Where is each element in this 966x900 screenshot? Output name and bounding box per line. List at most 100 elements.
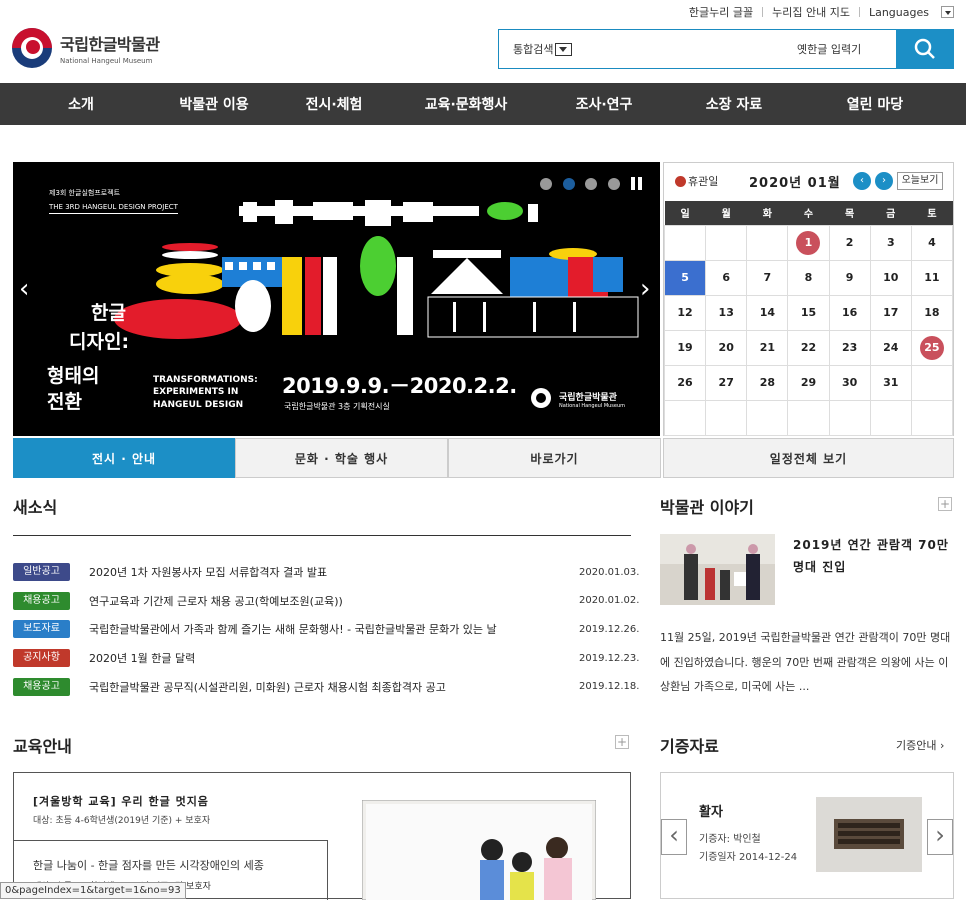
search-category-select[interactable]: 통합검색 — [513, 41, 573, 57]
calendar-day[interactable]: 29 — [787, 364, 830, 401]
calendar-day[interactable]: 10 — [869, 259, 912, 296]
calendar-day-number: 3 — [886, 235, 895, 249]
language-select[interactable]: Languages — [869, 6, 954, 19]
calendar-day-number: 30 — [841, 375, 858, 389]
main-nav: 소개 박물관 이용 전시·체험 교육·문화행사 조사·연구 소장 자료 열린 마… — [0, 83, 966, 125]
calendar-day[interactable]: 13 — [705, 294, 748, 331]
plus-icon[interactable]: + — [615, 735, 629, 749]
edu-item2-title[interactable]: 한글 나눔이 - 한글 점자를 만든 시각장애인의 세종 — [33, 857, 313, 873]
news-item[interactable]: 채용공고 연구교육과 기간제 근로자 채용 공고(학예보조원(교육)) 2020.0… — [13, 587, 639, 616]
banner-en-2: EXPERIMENTS IN — [153, 387, 239, 397]
calendar-day[interactable]: 22 — [787, 329, 830, 366]
news-item[interactable]: 채용공고 국립한글박물관 공무직(시설관리원, 미화원) 근로자 채용시험 최종합… — [13, 672, 639, 701]
calendar-day[interactable]: 18 — [910, 294, 954, 331]
news-date: 2019.12.23. — [579, 652, 640, 664]
donate-next-button[interactable]: › — [927, 819, 953, 855]
calendar-day[interactable]: 20 — [705, 329, 748, 366]
calendar-day-number: 13 — [718, 305, 734, 319]
calendar-day[interactable]: 4 — [910, 224, 954, 261]
main-banner[interactable]: 제3회 한글실험프로젝트 THE 3RD HANGEUL DESIGN PROJ… — [13, 162, 660, 436]
donate-prev-button[interactable]: ‹ — [661, 819, 687, 855]
story-photo[interactable] — [660, 534, 775, 605]
tab-events[interactable]: 문화 · 학술 행사 — [235, 438, 448, 478]
calendar-day-number — [714, 404, 738, 428]
calendar-day-number: 2 — [845, 235, 854, 249]
logo[interactable]: 국립한글박물관 National Hangeul Museum — [12, 28, 160, 68]
calendar-prev-button[interactable]: ‹ — [853, 172, 871, 190]
calendar-day[interactable]: 31 — [869, 364, 912, 401]
donate-photo[interactable] — [816, 797, 922, 872]
calendar-day[interactable]: 3 — [869, 224, 912, 261]
calendar-day[interactable]: 24 — [869, 329, 912, 366]
calendar-day[interactable]: 26 — [663, 364, 707, 401]
calendar-day[interactable]: 8 — [787, 259, 830, 296]
calendar-day[interactable]: 16 — [828, 294, 871, 331]
banner-next-button[interactable]: › — [640, 274, 650, 304]
search-input[interactable] — [591, 36, 781, 62]
nav-visit[interactable]: 박물관 이용 — [162, 83, 266, 125]
chevron-down-icon[interactable] — [941, 6, 954, 18]
calendar-day[interactable]: 19 — [663, 329, 707, 366]
news-title[interactable]: 연구교육과 기간제 근로자 채용 공고(학예보조원(교육)) — [89, 593, 579, 609]
calendar-day[interactable]: 7 — [746, 259, 789, 296]
tab-exhibition[interactable]: 전시 · 안내 — [13, 438, 235, 478]
calendar-day[interactable]: 2 — [828, 224, 871, 261]
calendar-day-number: 5 — [681, 270, 689, 284]
calendar-day — [828, 399, 871, 436]
calendar-day — [746, 224, 789, 261]
donate-more-link[interactable]: 기증안내 › — [896, 737, 944, 753]
calendar-next-button[interactable]: › — [875, 172, 893, 190]
calendar-day-number: 9 — [845, 270, 854, 284]
calendar-day[interactable]: 30 — [828, 364, 871, 401]
tab-shortcuts[interactable]: 바로가기 — [448, 438, 661, 478]
nav-about[interactable]: 소개 — [0, 83, 162, 125]
news-list: 일반공고 2020년 1차 자원봉사자 모집 서류합격자 결과 발표 2020.01… — [13, 558, 640, 701]
old-hangul-input-button[interactable]: 옛한글 입력기 — [797, 41, 861, 57]
edu-photo[interactable] — [362, 800, 596, 900]
calendar-day[interactable]: 21 — [746, 329, 789, 366]
nav-exhibition[interactable]: 전시·체험 — [266, 83, 402, 125]
banner-prev-button[interactable]: ‹ — [19, 274, 29, 304]
calendar-day[interactable]: 23 — [828, 329, 871, 366]
news-badge: 공지사항 — [13, 649, 70, 668]
calendar-today-button[interactable]: 오늘보기 — [897, 172, 943, 190]
news-item[interactable]: 공지사항 2020년 1월 한글 달력 2019.12.23. — [13, 644, 640, 673]
news-title[interactable]: 국립한글박물관에서 가족과 함께 즐기는 새해 문화행사! - 국립한글박물관 … — [89, 621, 579, 637]
news-badge: 일반공고 — [13, 563, 70, 582]
calendar-day-number — [673, 229, 697, 253]
calendar-day[interactable]: 14 — [746, 294, 789, 331]
calendar-day[interactable]: 11 — [910, 259, 954, 296]
news-date: 2019.12.26. — [579, 623, 640, 635]
calendar-day[interactable]: 25 — [910, 329, 954, 366]
font-link[interactable]: 한글누리 글꼴 — [689, 4, 753, 20]
calendar-day[interactable]: 6 — [705, 259, 748, 296]
donate-item[interactable]: 활자 — [699, 801, 723, 820]
calendar-day[interactable]: 5 — [663, 259, 707, 296]
calendar-day[interactable]: 17 — [869, 294, 912, 331]
nav-research[interactable]: 조사·연구 — [530, 83, 678, 125]
calendar-day[interactable]: 9 — [828, 259, 871, 296]
story-headline[interactable]: 2019년 연간 관람객 70만 명대 진입 — [793, 534, 953, 578]
nav-collection[interactable]: 소장 자료 — [678, 83, 790, 125]
calendar-day[interactable]: 15 — [787, 294, 830, 331]
calendar-day[interactable]: 28 — [746, 364, 789, 401]
edu-item-title[interactable]: [겨울방학 교육] 우리 한글 멋지음 — [33, 793, 209, 809]
nav-education[interactable]: 교육·문화행사 — [402, 83, 530, 125]
news-badge: 채용공고 — [13, 591, 70, 610]
news-title[interactable]: 2020년 1차 자원봉사자 모집 서류합격자 결과 발표 — [89, 564, 579, 580]
calendar-day[interactable]: 27 — [705, 364, 748, 401]
weekday-header: 금 — [870, 201, 912, 225]
news-item[interactable]: 일반공고 2020년 1차 자원봉사자 모집 서류합격자 결과 발표 2020.01… — [13, 558, 639, 587]
sitemap-link[interactable]: 누리집 안내 지도 — [772, 4, 850, 20]
news-title[interactable]: 국립한글박물관 공무직(시설관리원, 미화원) 근로자 채용시험 최종합격자 공… — [89, 679, 579, 695]
tab-full-schedule[interactable]: 일정전체 보기 — [663, 438, 954, 478]
calendar-day[interactable]: 1 — [787, 224, 830, 261]
news-title[interactable]: 2020년 1월 한글 달력 — [89, 650, 579, 666]
calendar-day-number — [920, 404, 944, 428]
calendar-day-number: 27 — [718, 375, 734, 389]
nav-community[interactable]: 열린 마당 — [790, 83, 960, 125]
plus-icon[interactable]: + — [938, 497, 952, 511]
calendar-day[interactable]: 12 — [663, 294, 707, 331]
search-button[interactable] — [896, 29, 954, 69]
news-item[interactable]: 보도자료 국립한글박물관에서 가족과 함께 즐기는 새해 문화행사! - 국립한글… — [13, 615, 640, 644]
